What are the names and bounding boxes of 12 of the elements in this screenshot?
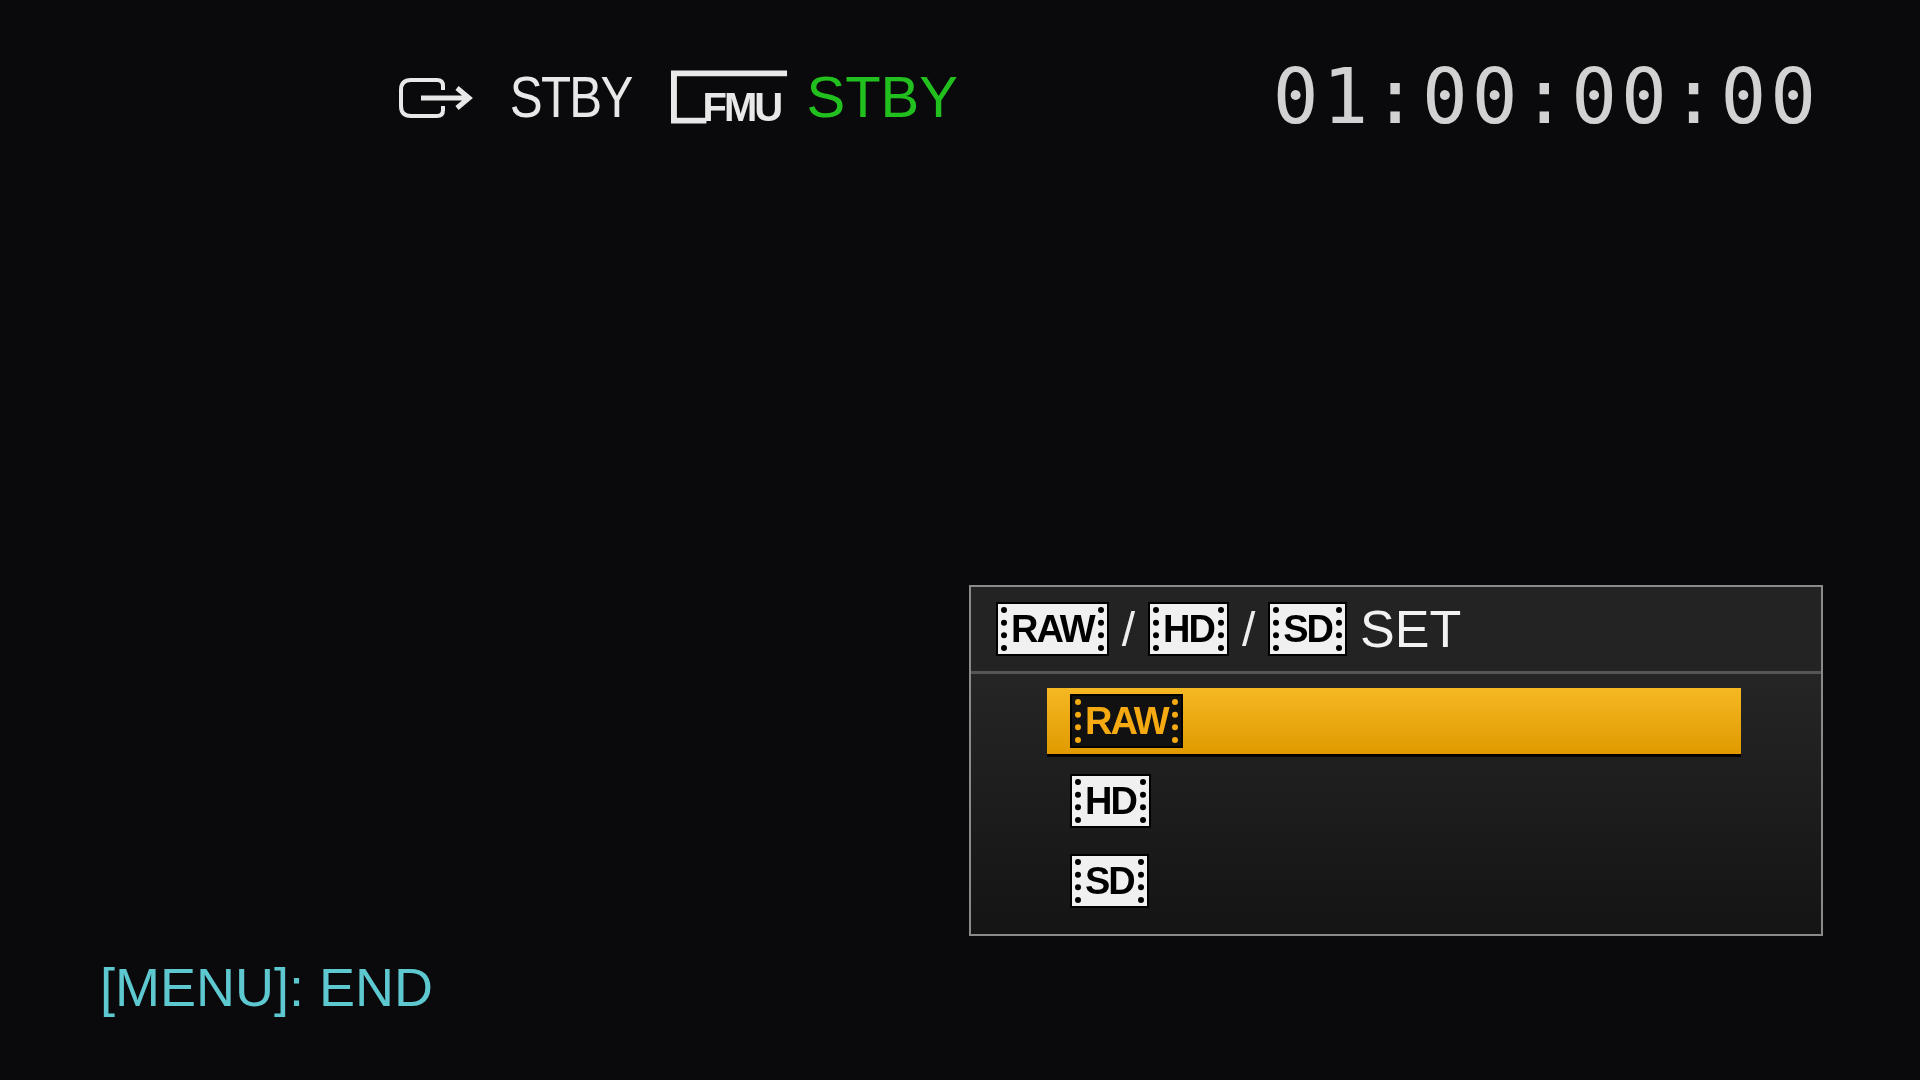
separator: / [1121, 601, 1135, 657]
separator: / [1241, 601, 1256, 657]
output-status: STBY [509, 63, 632, 130]
media-status: STBY [806, 63, 958, 130]
menu-option[interactable]: SD [1047, 848, 1741, 914]
media-bracket-icon [670, 69, 789, 124]
menu-option[interactable]: HD [1047, 768, 1741, 834]
timecode: 01:00:00:00 [1272, 52, 1820, 141]
menu-title: SET [1360, 599, 1462, 659]
media-label: FMU [702, 84, 781, 130]
menu-hint: [MENU]: END [100, 957, 434, 1017]
menu-option[interactable]: RAW [1047, 688, 1741, 754]
